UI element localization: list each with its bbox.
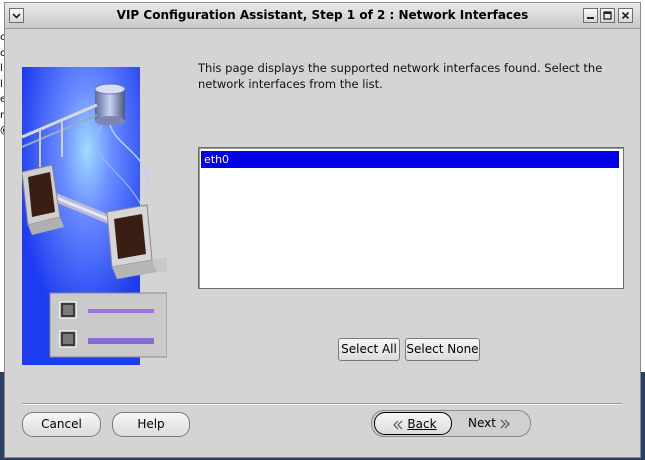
next-label: Next [468, 416, 496, 430]
help-button[interactable]: Help [112, 412, 190, 437]
next-button[interactable]: Next [454, 412, 528, 435]
navigation-buttons: Back Next [371, 410, 531, 437]
page-description: This page displays the supported network… [198, 61, 603, 91]
wizard-illustration [21, 67, 168, 365]
maximize-icon[interactable] [600, 8, 615, 23]
chevron-left-icon [393, 420, 403, 429]
footer-separator [22, 403, 622, 405]
vip-config-window: VIP Configuration Assistant, Step 1 of 2… [4, 2, 641, 458]
select-none-button[interactable]: Select None [405, 338, 480, 361]
cancel-button[interactable]: Cancel [22, 412, 101, 437]
back-button[interactable]: Back [374, 412, 452, 435]
close-icon[interactable] [618, 8, 633, 23]
chevron-right-icon [500, 419, 510, 428]
network-interfaces-list[interactable]: eth0 [198, 147, 624, 289]
list-item-eth0[interactable]: eth0 [201, 151, 619, 168]
select-all-button[interactable]: Select All [338, 338, 400, 361]
title-bar[interactable]: VIP Configuration Assistant, Step 1 of 2… [5, 3, 640, 29]
back-label: Back [407, 417, 437, 431]
window-title: VIP Configuration Assistant, Step 1 of 2… [116, 8, 529, 22]
minimize-icon[interactable] [583, 8, 598, 23]
